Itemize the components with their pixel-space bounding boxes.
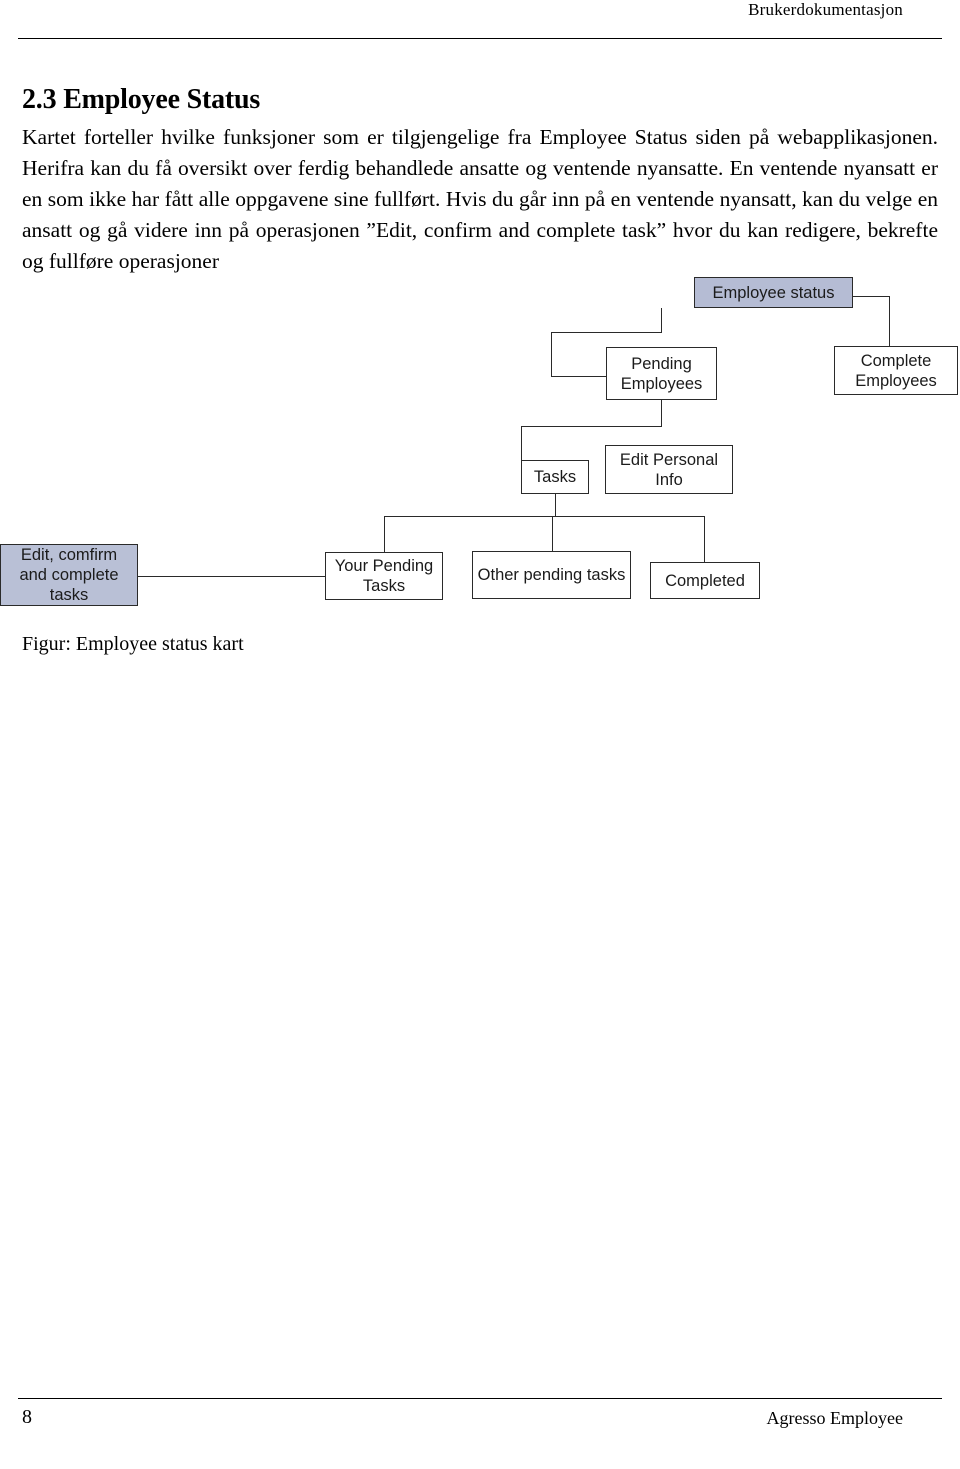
figure-caption: Figur: Employee status kart (22, 633, 244, 655)
connector-line (704, 516, 705, 562)
employee-status-diagram: Employee status Pending Employees Comple… (0, 272, 960, 662)
section-paragraph: Kartet forteller hvilke funksjoner som e… (22, 125, 938, 273)
footer-page-number: 8 (22, 1406, 32, 1428)
footer-product-name: Agresso Employee (766, 1408, 903, 1428)
document-page: Brukerdokumentasjon 2.3 Employee Status … (0, 0, 960, 1469)
diagram-node-label: Edit Personal Info (619, 450, 719, 489)
diagram-node-label: Pending Employees (620, 354, 703, 393)
diagram-node-employee-status[interactable]: Employee status (694, 277, 853, 308)
section-content: 2.3 Employee Status Kartet forteller hvi… (22, 84, 938, 277)
footer-divider (18, 1398, 942, 1399)
header-title: Brukerdokumentasjon (748, 0, 903, 19)
connector-line (521, 426, 662, 427)
connector-line (551, 332, 552, 376)
connector-line (661, 400, 662, 426)
diagram-node-edit-confirm-complete-tasks[interactable]: Edit, comfirm and complete tasks (0, 544, 138, 606)
diagram-node-label: Tasks (533, 468, 577, 486)
diagram-node-label: Your Pending Tasks (334, 557, 434, 595)
diagram-node-tasks[interactable]: Tasks (521, 460, 589, 494)
connector-line (138, 576, 326, 577)
diagram-node-complete-employees[interactable]: Complete Employees (834, 346, 958, 395)
diagram-node-pending-employees[interactable]: Pending Employees (606, 347, 717, 400)
diagram-node-label: Edit, comfirm and complete tasks (19, 546, 119, 604)
connector-line (384, 516, 704, 517)
connector-line (551, 332, 662, 333)
connector-line (521, 426, 522, 460)
section-heading: 2.3 Employee Status (22, 84, 261, 115)
diagram-node-completed[interactable]: Completed (650, 562, 760, 599)
diagram-node-label: Complete Employees (855, 351, 937, 390)
page-header: Brukerdokumentasjon (0, 0, 960, 46)
diagram-node-your-pending-tasks[interactable]: Your Pending Tasks (325, 552, 443, 600)
connector-line (555, 494, 556, 516)
diagram-node-label: Other pending tasks (477, 566, 626, 584)
header-divider (18, 38, 942, 39)
diagram-node-label: Completed (665, 571, 745, 590)
diagram-node-edit-personal-info[interactable]: Edit Personal Info (605, 445, 733, 494)
diagram-node-other-pending-tasks[interactable]: Other pending tasks (472, 551, 631, 599)
connector-line (551, 376, 606, 377)
connector-line (853, 296, 889, 297)
diagram-node-label: Employee status (712, 283, 835, 302)
connector-line (661, 308, 662, 332)
